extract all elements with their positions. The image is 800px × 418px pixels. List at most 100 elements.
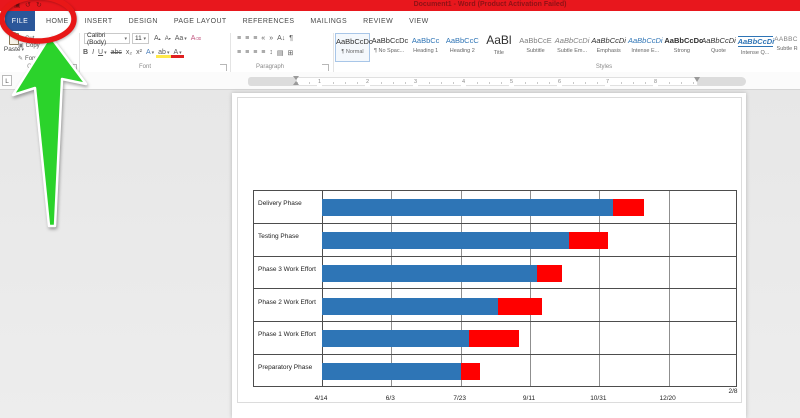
style-heading-2[interactable]: AaBbCcCHeading 2 — [445, 33, 480, 62]
align-right-icon[interactable]: ≡ — [251, 47, 259, 58]
decrease-indent-icon[interactable]: « — [259, 33, 267, 44]
style-intense-q[interactable]: AaBbCcDiIntense Q... — [738, 33, 773, 62]
clear-formatting-button[interactable]: A⌫ — [189, 33, 203, 44]
shrink-font-button[interactable]: A▾ — [163, 33, 173, 44]
ruler-number: 1 — [317, 78, 322, 87]
underline-button[interactable]: U▾ — [96, 47, 109, 58]
bar-completed[interactable] — [322, 298, 498, 315]
bold-button[interactable]: B — [81, 47, 90, 58]
align-left-icon[interactable]: ≡ — [235, 47, 243, 58]
bar-remaining[interactable] — [537, 265, 562, 282]
undo-icon[interactable]: ↺ — [25, 1, 31, 10]
indent-marker-left[interactable] — [293, 76, 299, 80]
sort-icon[interactable]: A↓ — [275, 33, 287, 44]
font-size-select[interactable]: 11▾ — [132, 33, 149, 44]
grow-font-button[interactable]: A▴ — [152, 33, 163, 44]
gantt-row-label: Testing Phase — [258, 233, 299, 240]
tab-references[interactable]: REFERENCES — [235, 18, 303, 25]
change-case-button[interactable]: Aa▾ — [173, 33, 189, 44]
font-dialog-launcher[interactable] — [220, 64, 227, 71]
indent-marker-right[interactable] — [694, 77, 700, 82]
increase-indent-icon[interactable]: » — [267, 33, 275, 44]
style-sample: AaBbCcDc — [664, 36, 699, 45]
styles-group-label: Styles — [586, 64, 622, 70]
chart-object-frame[interactable]: Delivery PhaseTesting PhasePhase 3 Work … — [237, 97, 742, 403]
horizontal-ruler[interactable]: 12345678 — [296, 77, 698, 86]
justify-icon[interactable]: ≡ — [259, 47, 267, 58]
tab-selector[interactable]: L — [2, 75, 12, 86]
tab-review[interactable]: REVIEW — [355, 18, 401, 25]
save-icon[interactable]: ▣ — [14, 1, 21, 10]
superscript-button[interactable]: x² — [134, 47, 144, 58]
style-quote[interactable]: AaBbCcDiQuote — [701, 33, 736, 62]
style-name: ¶ No Spac... — [372, 48, 407, 54]
document-page[interactable]: Delivery PhaseTesting PhasePhase 3 Work … — [232, 93, 746, 418]
style-intense-e[interactable]: AaBbCcDiIntense E... — [628, 33, 663, 62]
tab-view[interactable]: VIEW — [401, 18, 437, 25]
gantt-row-label: Delivery Phase — [258, 200, 302, 207]
style-name: ¶ Normal — [336, 49, 369, 55]
gantt-row: Testing Phase — [254, 224, 737, 257]
multilevel-list-icon[interactable]: ≡ — [251, 33, 259, 44]
redo-icon[interactable]: ↻ — [36, 1, 42, 10]
font-color-button[interactable]: A▾ — [171, 47, 183, 58]
paragraph-dialog-launcher[interactable] — [322, 64, 329, 71]
style-no-spac[interactable]: AaBbCcDc¶ No Spac... — [372, 33, 407, 62]
style-name: Quote — [701, 48, 736, 54]
tab-mailings[interactable]: MAILINGS — [302, 18, 355, 25]
bar-remaining[interactable] — [613, 199, 644, 216]
bar-completed[interactable] — [322, 265, 537, 282]
ruler-right-margin — [698, 77, 746, 86]
tab-design[interactable]: DESIGN — [121, 18, 166, 25]
window-title: Document1 - Word (Product Activation Fai… — [350, 1, 630, 8]
numbering-icon[interactable]: ≡ — [243, 33, 251, 44]
clipboard-dialog-launcher[interactable] — [70, 64, 77, 71]
style-strong[interactable]: AaBbCcDcStrong — [664, 33, 699, 62]
document-area: Delivery PhaseTesting PhasePhase 3 Work … — [0, 90, 800, 418]
ruler-number: 3 — [413, 78, 418, 87]
style-name: Heading 2 — [445, 48, 480, 54]
copy-icon: ▣ — [18, 42, 24, 49]
ribbon: Paste▾ ✂ Cut ▣ Copy ✎ Format Painter Cli… — [0, 31, 800, 72]
style-emphasis[interactable]: AaBbCcDiEmphasis — [591, 33, 626, 62]
shading-icon[interactable]: ▤ — [275, 47, 286, 58]
cut-button[interactable]: ✂ Cut — [18, 35, 34, 42]
bar-remaining[interactable] — [498, 298, 542, 315]
font-name-select[interactable]: Calibri (Body)▾ — [84, 33, 130, 44]
style-sample: AaBbCcDi — [591, 36, 626, 45]
bar-completed[interactable] — [322, 363, 461, 380]
tab-file[interactable]: FILE — [5, 11, 35, 31]
bar-remaining[interactable] — [469, 330, 519, 347]
ruler-number: 8 — [653, 78, 658, 87]
indent-marker-left-bottom[interactable] — [293, 81, 299, 85]
tab-insert[interactable]: INSERT — [77, 18, 121, 25]
line-spacing-icon[interactable]: ↕ — [267, 47, 275, 58]
style-subtle-em[interactable]: AaBbCcDiSubtle Em... — [555, 33, 590, 62]
bar-completed[interactable] — [322, 199, 613, 216]
ruler-number: 7 — [605, 78, 610, 87]
bullets-icon[interactable]: ≡ — [235, 33, 243, 44]
scissors-icon: ✂ — [18, 35, 23, 42]
style-subtitle[interactable]: AaBbCcESubtitle — [518, 33, 553, 62]
text-effects-button[interactable]: A▾ — [144, 47, 156, 58]
ribbon-tabs: FILEHOMEINSERTDESIGNPAGE LAYOUTREFERENCE… — [38, 11, 437, 31]
align-center-icon[interactable]: ≡ — [243, 47, 251, 58]
subscript-button[interactable]: x₂ — [124, 47, 134, 58]
tab-home[interactable]: HOME — [38, 18, 77, 25]
style-subtle-ref[interactable]: AABBCCDLSubtle Ref... — [774, 33, 798, 62]
style-title[interactable]: AaBlTitle — [481, 33, 516, 62]
highlight-color-button[interactable]: ab▾ — [156, 47, 171, 58]
style-normal[interactable]: AaBbCcDc¶ Normal — [335, 33, 370, 62]
pilcrow-icon[interactable]: ¶ — [287, 33, 295, 44]
bar-remaining[interactable] — [461, 363, 480, 380]
bar-completed[interactable] — [322, 232, 569, 249]
tab-page-layout[interactable]: PAGE LAYOUT — [166, 18, 235, 25]
style-heading-1[interactable]: AaBbCcHeading 1 — [408, 33, 443, 62]
borders-icon[interactable]: ⊞ — [286, 47, 296, 58]
strikethrough-button[interactable]: abc — [109, 47, 124, 58]
format-painter-button[interactable]: ✎ Format Painter — [18, 55, 65, 62]
bar-remaining[interactable] — [569, 232, 608, 249]
ruler-number: 4 — [461, 78, 466, 87]
copy-button[interactable]: ▣ Copy — [18, 42, 40, 49]
bar-completed[interactable] — [322, 330, 469, 347]
